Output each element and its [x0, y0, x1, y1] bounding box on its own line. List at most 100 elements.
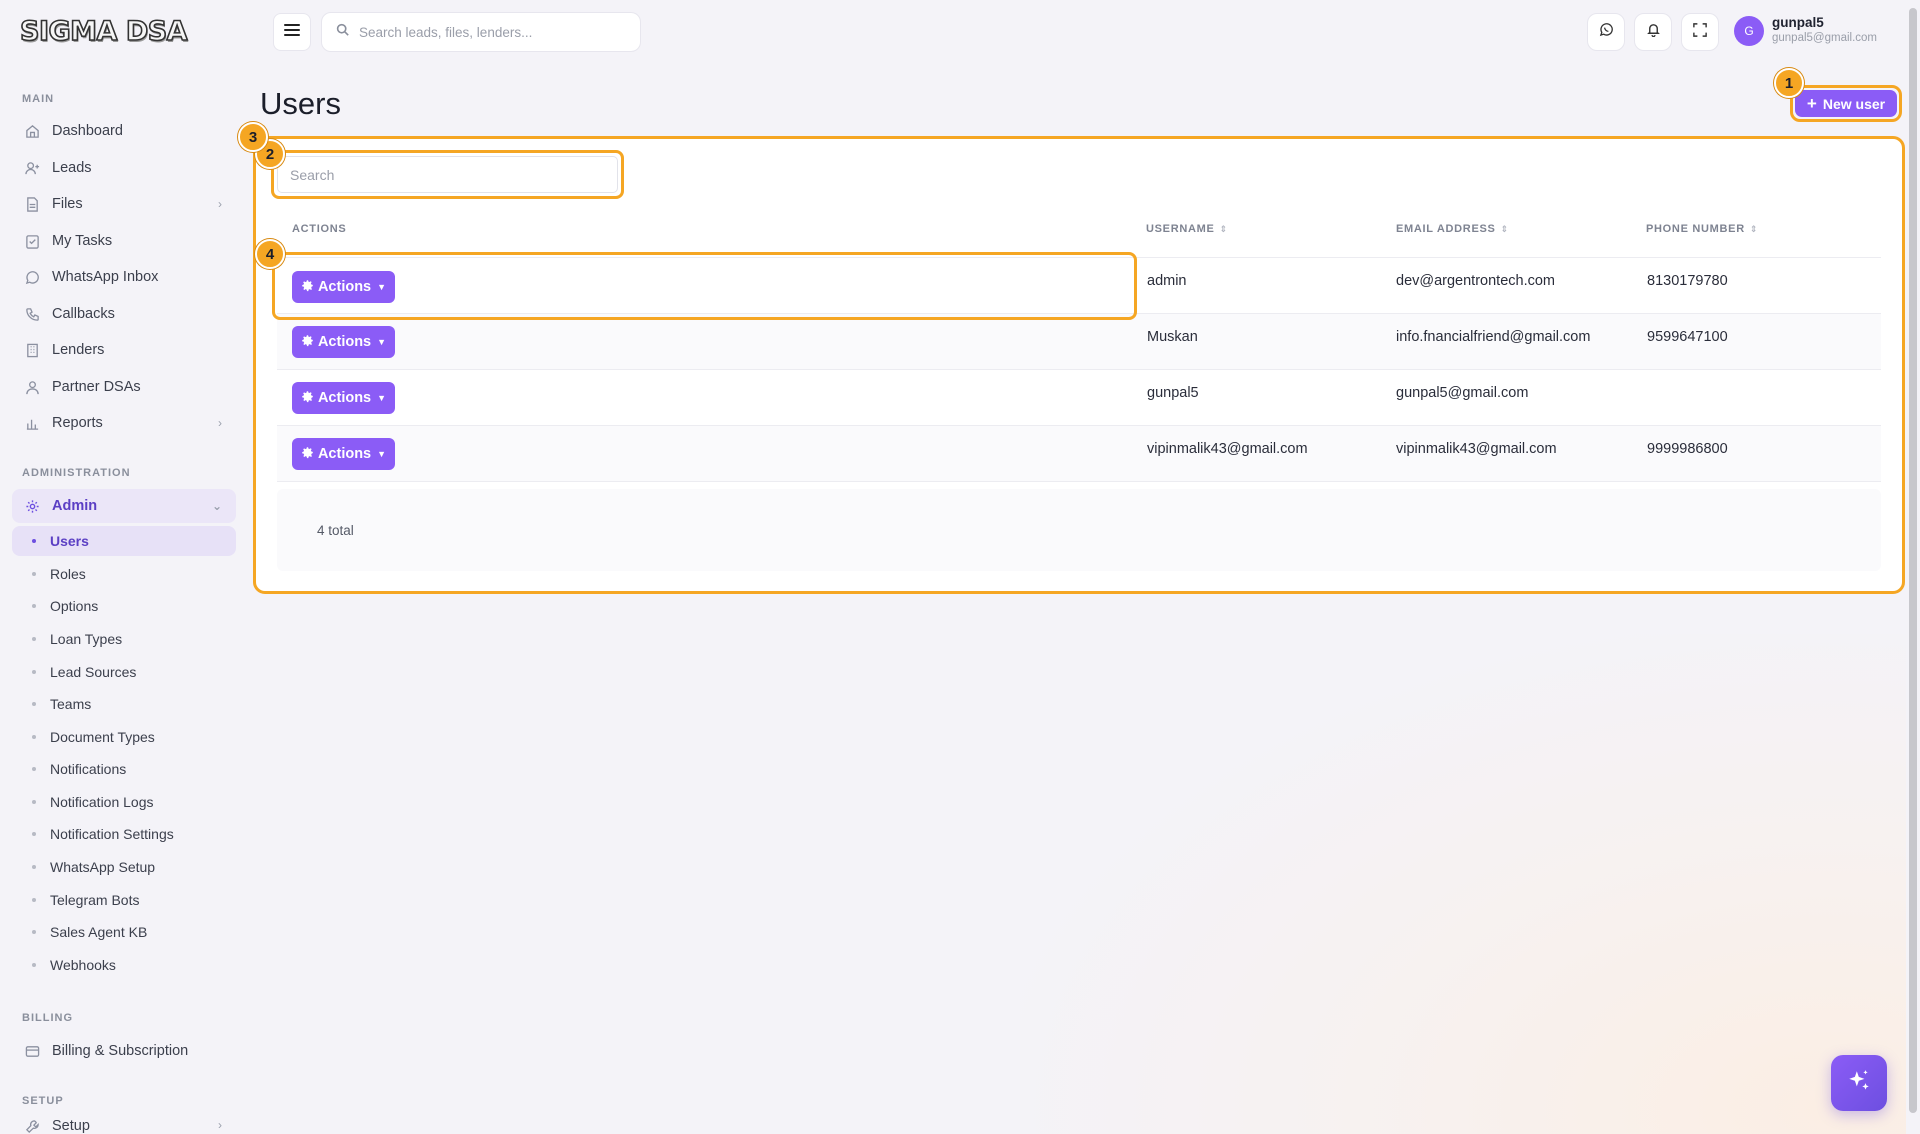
row-stripe [277, 426, 1881, 481]
phone-icon [24, 306, 40, 322]
cell-username: gunpal5 [1147, 385, 1199, 401]
sidebar-subitem-webhooks[interactable]: Webhooks [12, 950, 236, 980]
whatsapp-icon [24, 269, 40, 285]
plus-icon: + [1806, 94, 1817, 113]
table-search-highlight [271, 150, 624, 199]
sidebar-item-dashboard[interactable]: Dashboard [12, 114, 236, 148]
sidebar-item-label: My Tasks [52, 233, 113, 249]
cell-phone: 8130179780 [1647, 273, 1728, 289]
sidebar-item-label: Setup [52, 1118, 90, 1134]
sidebar-item-label: Leads [52, 160, 92, 176]
sidebar-subitem-telegram-bots[interactable]: Telegram Bots [12, 885, 236, 915]
annotation-badge-1: 1 [1774, 68, 1804, 98]
sidebar-subitem-lead-sources[interactable]: Lead Sources [12, 657, 236, 687]
new-user-button[interactable]: + New user [1795, 90, 1897, 117]
sidebar-item-reports[interactable]: Reports › [12, 406, 236, 440]
menu-toggle-button[interactable] [273, 13, 311, 51]
row-stripe [277, 314, 1881, 369]
avatar[interactable]: G [1734, 16, 1764, 46]
sidebar-subitem-loan-types[interactable]: Loan Types [12, 624, 236, 654]
sidebar-item-lenders[interactable]: Lenders [12, 333, 236, 367]
caret-down-icon: ▼ [377, 282, 387, 292]
divider [277, 369, 1881, 370]
sidebar-item-my-tasks[interactable]: My Tasks [12, 224, 236, 258]
row-actions-button[interactable]: Actions ▼ [292, 271, 395, 303]
search-icon [336, 23, 349, 41]
sort-icon: ⇕ [1500, 224, 1509, 234]
chevron-right-icon: › [218, 1118, 222, 1132]
sidebar-subitem-users[interactable]: Users [12, 526, 236, 556]
sidebar-item-leads[interactable]: Leads [12, 151, 236, 185]
sidebar-item-label: Admin [52, 498, 98, 514]
hamburger-icon [284, 23, 300, 42]
cell-email: gunpal5@gmail.com [1396, 385, 1529, 401]
sidebar-item-label: Lenders [52, 342, 105, 358]
section-title-administration: ADMINISTRATION [22, 467, 131, 479]
sidebar-item-callbacks[interactable]: Callbacks [12, 297, 236, 331]
section-title-setup: SETUP [22, 1095, 64, 1107]
sidebar-item-setup[interactable]: Setup › [12, 1116, 236, 1134]
sidebar: SIGMA DSA MAIN Dashboard Leads Files › M… [0, 0, 248, 1134]
new-user-highlight: + New user [1790, 85, 1902, 122]
global-search[interactable] [321, 12, 641, 52]
sidebar-subitem-options[interactable]: Options [12, 591, 236, 621]
expand-icon [1693, 22, 1707, 42]
scrollbar-thumb[interactable] [1909, 8, 1917, 1113]
divider [277, 313, 1881, 314]
sidebar-subitem-notifications[interactable]: Notifications [12, 754, 236, 784]
fullscreen-button[interactable] [1681, 13, 1719, 51]
annotation-badge-4: 4 [255, 239, 285, 269]
cell-phone: 9599647100 [1647, 329, 1728, 345]
divider [277, 257, 1881, 258]
sidebar-subitem-teams[interactable]: Teams [12, 689, 236, 719]
table-search-input[interactable] [290, 166, 590, 183]
brand-logo[interactable]: SIGMA DSA [19, 15, 200, 48]
column-header-actions: ACTIONS [292, 223, 347, 235]
column-header-phone[interactable]: PHONE NUMBER ⇕ [1646, 223, 1758, 235]
sidebar-item-label: Callbacks [52, 306, 115, 322]
section-title-billing: BILLING [22, 1012, 73, 1024]
table-footer [277, 489, 1881, 571]
user-name[interactable]: gunpal5 [1772, 15, 1824, 30]
sidebar-subitem-roles[interactable]: Roles [12, 559, 236, 589]
file-icon [24, 196, 40, 212]
ai-assistant-button[interactable] [1831, 1055, 1887, 1111]
gear-icon [301, 279, 314, 296]
chevron-down-icon: ⌄ [211, 499, 222, 513]
sidebar-item-whatsapp-inbox[interactable]: WhatsApp Inbox [12, 260, 236, 294]
page-scrollbar[interactable] [1906, 0, 1920, 1134]
actions-label: Actions [317, 334, 372, 350]
sidebar-subitem-document-types[interactable]: Document Types [12, 722, 236, 752]
sidebar-subitem-notification-logs[interactable]: Notification Logs [12, 787, 236, 817]
sidebar-subitem-sales-agent-kb[interactable]: Sales Agent KB [12, 917, 236, 947]
sparkles-icon [1846, 1068, 1872, 1099]
table-search[interactable] [277, 156, 618, 193]
user-email: gunpal5@gmail.com [1772, 32, 1878, 44]
global-search-input[interactable] [359, 24, 619, 40]
row-actions-button[interactable]: Actions ▼ [292, 382, 395, 414]
chevron-right-icon: › [218, 197, 222, 211]
section-title-main: MAIN [22, 93, 55, 105]
sidebar-subitem-notification-settings[interactable]: Notification Settings [12, 819, 236, 849]
new-user-label: New user [1822, 95, 1886, 112]
sidebar-item-label: Billing & Subscription [52, 1043, 189, 1059]
sidebar-item-files[interactable]: Files › [12, 187, 236, 221]
sidebar-item-billing[interactable]: Billing & Subscription [12, 1034, 236, 1068]
sidebar-item-label: Partner DSAs [52, 379, 141, 395]
sidebar-subitem-whatsapp-setup[interactable]: WhatsApp Setup [12, 852, 236, 882]
row-actions-button[interactable]: Actions ▼ [292, 326, 395, 358]
sidebar-item-admin[interactable]: Admin ⌄ [12, 489, 236, 523]
gear-icon [301, 446, 314, 463]
notifications-button[interactable] [1634, 13, 1672, 51]
cell-username: vipinmalik43@gmail.com [1147, 441, 1308, 457]
column-header-username[interactable]: USERNAME ⇕ [1146, 223, 1228, 235]
divider [277, 481, 1881, 482]
sidebar-item-partner-dsas[interactable]: Partner DSAs [12, 370, 236, 404]
caret-down-icon: ▼ [377, 393, 387, 403]
gear-icon [301, 390, 314, 407]
whatsapp-button[interactable] [1587, 13, 1625, 51]
actions-label: Actions [317, 446, 372, 462]
gear-icon [301, 334, 314, 351]
column-header-email[interactable]: EMAIL ADDRESS ⇕ [1396, 223, 1509, 235]
row-actions-button[interactable]: Actions ▼ [292, 438, 395, 470]
